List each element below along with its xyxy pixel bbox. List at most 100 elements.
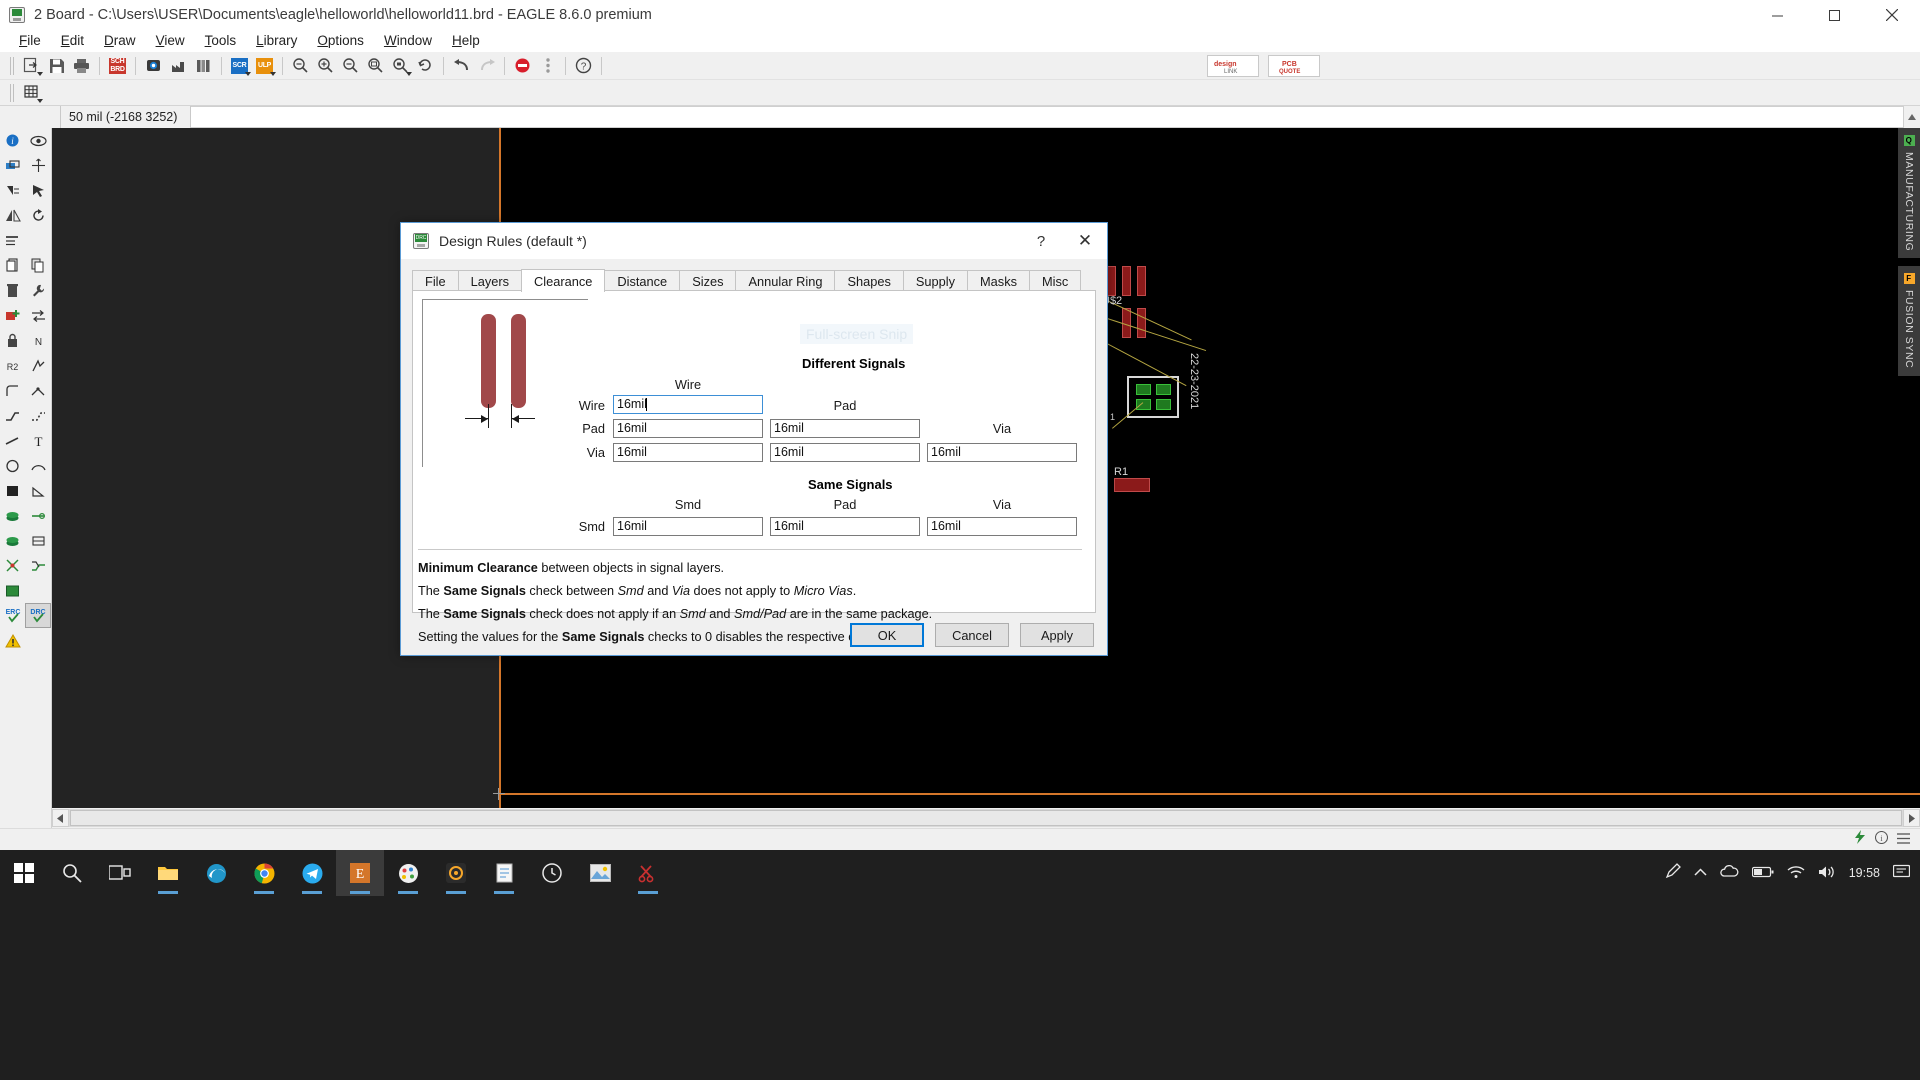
menu-draw[interactable]: Draw xyxy=(94,30,146,52)
scroll-up-icon[interactable] xyxy=(1904,106,1920,128)
close-icon[interactable] xyxy=(1863,0,1920,30)
task-view-icon[interactable] xyxy=(96,850,144,896)
route-icon[interactable] xyxy=(0,403,26,428)
delete-tool-icon[interactable] xyxy=(0,278,26,303)
apply-button[interactable]: Apply xyxy=(1020,623,1094,647)
rect-tool-icon[interactable] xyxy=(0,478,26,503)
clock-time[interactable]: 19:58 xyxy=(1849,867,1880,880)
tab-layers[interactable]: Layers xyxy=(457,270,523,291)
maximize-icon[interactable] xyxy=(1806,0,1863,30)
tab-file[interactable]: File xyxy=(412,270,459,291)
dots-icon[interactable] xyxy=(535,54,560,78)
replace-icon[interactable] xyxy=(26,303,52,328)
polygon-tool-icon[interactable] xyxy=(26,478,52,503)
clearance-pad-pad-input[interactable]: 16mil xyxy=(770,419,920,438)
sch-brd-switch-icon[interactable]: SCH BRD xyxy=(105,54,130,78)
same-smd-via-input[interactable]: 16mil xyxy=(927,517,1077,536)
scrollbar-track[interactable] xyxy=(69,809,1903,827)
menu-window[interactable]: Window xyxy=(374,30,442,52)
toolbar-grip[interactable] xyxy=(9,56,16,75)
cancel-button[interactable]: Cancel xyxy=(935,623,1009,647)
tab-distance[interactable]: Distance xyxy=(604,270,681,291)
clearance-via-via-input[interactable]: 16mil xyxy=(927,443,1077,462)
telegram-icon[interactable] xyxy=(288,850,336,896)
mirror-tool-icon[interactable] xyxy=(0,203,26,228)
name-icon[interactable]: N xyxy=(26,328,52,353)
tab-masks[interactable]: Masks xyxy=(967,270,1030,291)
clearance-wire-wire-input[interactable]: 16mil xyxy=(613,395,763,414)
tab-clearance[interactable]: Clearance xyxy=(521,269,606,292)
pcb-quote-button[interactable]: PCB QUOTE xyxy=(1268,54,1320,77)
clearance-pad-wire-input[interactable]: 16mil xyxy=(613,419,763,438)
move-tool-icon[interactable] xyxy=(0,178,26,203)
smash-icon[interactable] xyxy=(26,353,52,378)
tab-supply[interactable]: Supply xyxy=(902,270,969,291)
clearance-via-pad-input[interactable]: 16mil xyxy=(770,443,920,462)
same-smd-smd-input[interactable]: 16mil xyxy=(613,517,763,536)
rotate-tool-icon[interactable] xyxy=(26,203,52,228)
drc-icon[interactable]: DRC xyxy=(25,603,51,628)
zoom-region-icon[interactable] xyxy=(388,54,413,78)
copy-tool-icon[interactable] xyxy=(26,253,52,278)
group-tool-icon[interactable] xyxy=(26,178,52,203)
chevron-down-icon-grid[interactable] xyxy=(37,98,43,103)
menu-edit[interactable]: Edit xyxy=(51,30,94,52)
open-icon[interactable] xyxy=(19,54,44,78)
horizontal-scrollbar[interactable] xyxy=(52,808,1920,828)
undo-icon[interactable] xyxy=(449,54,474,78)
redraw-icon[interactable] xyxy=(413,54,438,78)
tab-annular-ring[interactable]: Annular Ring xyxy=(735,270,836,291)
clearance-via-wire-input[interactable]: 16mil xyxy=(613,443,763,462)
stop-icon[interactable] xyxy=(510,54,535,78)
photos-icon[interactable] xyxy=(576,850,624,896)
warning-icon[interactable] xyxy=(0,628,26,653)
paint-3d-icon[interactable] xyxy=(384,850,432,896)
ok-button[interactable]: OK xyxy=(850,623,924,647)
chevron-down-icon[interactable] xyxy=(37,71,43,76)
cam-processor-icon[interactable] xyxy=(141,54,166,78)
circle-tool-icon[interactable] xyxy=(0,453,26,478)
chrome-browser-icon[interactable] xyxy=(240,850,288,896)
optimize-icon[interactable] xyxy=(0,553,26,578)
notepad-icon[interactable] xyxy=(480,850,528,896)
menu-options[interactable]: Options xyxy=(307,30,374,52)
snipping-tool-icon[interactable] xyxy=(624,850,672,896)
scroll-right-icon[interactable] xyxy=(1903,809,1920,827)
scrollbar-thumb[interactable] xyxy=(70,810,1902,826)
search-icon[interactable] xyxy=(48,850,96,896)
tab-shapes[interactable]: Shapes xyxy=(834,270,904,291)
menu-tools[interactable]: Tools xyxy=(195,30,247,52)
chevron-up-icon[interactable] xyxy=(1694,866,1707,880)
ratsnest-icon[interactable] xyxy=(0,503,26,528)
close-button[interactable]: ✕ xyxy=(1065,223,1105,259)
split-icon[interactable] xyxy=(26,378,52,403)
library-icon[interactable] xyxy=(191,54,216,78)
lock-icon[interactable] xyxy=(0,328,26,353)
arc-tool-icon[interactable] xyxy=(26,453,52,478)
via-tool-icon[interactable] xyxy=(26,503,52,528)
mark-icon[interactable] xyxy=(26,153,52,178)
wire-icon[interactable] xyxy=(0,428,26,453)
zoom-fit-icon[interactable] xyxy=(288,54,313,78)
hole-tool-icon[interactable] xyxy=(0,528,26,553)
board-view-icon[interactable] xyxy=(0,578,26,603)
print-icon[interactable] xyxy=(69,54,94,78)
zoom-out-icon[interactable] xyxy=(338,54,363,78)
eagle-icon[interactable]: E xyxy=(336,850,384,896)
ripup-icon[interactable] xyxy=(26,403,52,428)
edge-browser-icon[interactable] xyxy=(192,850,240,896)
sidebar-item-fusion-sync[interactable]: F FUSION SYNC xyxy=(1898,266,1920,376)
help-icon[interactable]: ? xyxy=(571,54,596,78)
add-part-icon[interactable] xyxy=(0,303,26,328)
change-tool-icon[interactable] xyxy=(0,228,26,253)
dimension-icon[interactable] xyxy=(26,528,52,553)
ulp-icon[interactable]: ULP xyxy=(252,54,277,78)
tab-misc[interactable]: Misc xyxy=(1029,270,1082,291)
save-icon[interactable] xyxy=(44,54,69,78)
pen-icon[interactable] xyxy=(1664,863,1681,883)
chevron-down-icon-scr[interactable] xyxy=(245,71,251,76)
menu-icon[interactable] xyxy=(1897,831,1910,849)
help-button[interactable]: ? xyxy=(1021,223,1061,259)
autoroute-icon[interactable] xyxy=(26,553,52,578)
onedrive-icon[interactable] xyxy=(1719,865,1739,881)
